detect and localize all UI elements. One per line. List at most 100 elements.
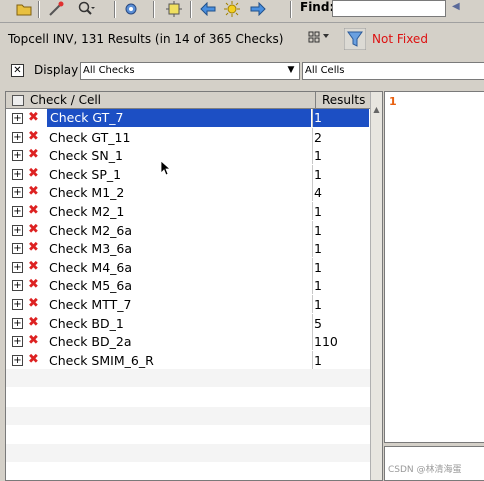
checks-dropdown-value: All Checks [83,65,135,76]
expand-icon[interactable]: + [12,113,23,124]
table-row[interactable]: + ✖ Check BD_2a 110 [6,332,370,351]
grid-view-icon[interactable] [308,29,330,47]
table-row[interactable]: + ✖ Check M3_6a 1 [6,239,370,258]
display-checkbox[interactable]: ✕ [11,64,24,77]
error-icon: ✖ [28,221,39,237]
detail-value: 1 [389,95,397,108]
check-name: Check M3_6a [49,241,133,257]
result-count: 110 [314,334,338,350]
check-name: Check BD_2a [49,334,132,350]
expand-icon[interactable]: + [12,317,23,329]
column-divider [312,146,313,165]
arrow-right-icon[interactable] [248,0,268,18]
result-count: 1 [314,352,322,368]
expand-icon[interactable]: + [12,168,23,180]
scroll-up-icon[interactable]: ▲ [371,105,382,117]
column-divider [312,257,313,276]
expand-icon[interactable]: + [12,354,23,366]
result-count: 1 [314,259,322,275]
expand-icon[interactable]: + [12,150,23,162]
error-icon: ✖ [28,296,39,311]
highlight-icon[interactable] [164,0,184,18]
empty-row [6,443,370,462]
zoom-icon[interactable] [76,0,96,18]
check-name: Check GT_11 [49,129,131,145]
column-divider [312,313,313,332]
expand-icon[interactable]: + [12,261,23,273]
error-icon: ✖ [28,333,39,349]
toolbar-separator [114,1,116,18]
check-name: Check SN_1 [49,148,123,164]
wand-icon[interactable] [46,0,66,18]
check-name: Check SP_1 [49,166,122,182]
expand-icon[interactable]: + [12,206,23,217]
empty-row [6,369,370,388]
error-icon: ✖ [28,351,39,367]
find-input[interactable] [332,0,446,17]
result-count: 4 [314,185,322,201]
error-icon: ✖ [28,165,39,181]
expand-icon[interactable]: + [12,131,23,143]
cells-dropdown[interactable]: All Cells [302,62,484,80]
table-row[interactable]: + ✖ Check M2_1 1 [6,202,370,220]
check-name: Check MTT_7 [49,297,132,312]
table-row[interactable]: + ✖ Check GT_7 1 [6,109,370,127]
arrow-left-icon[interactable] [198,0,218,18]
table-row[interactable]: + ✖ Check M5_6a 1 [6,276,370,295]
check-name: Check GT_7 [47,109,311,127]
column-divider [312,164,313,183]
table-header: Check / Cell Results [6,92,371,109]
column-divider [312,350,313,369]
settings-icon[interactable] [121,0,141,18]
column-divider [312,220,313,239]
column-header-check[interactable]: Check / Cell [6,92,316,108]
chevron-down-icon[interactable]: ▼ [284,62,298,79]
table-row[interactable]: + ✖ Check GT_11 2 [6,127,370,146]
expand-icon[interactable]: + [12,336,23,348]
check-name: Check SMIM_6_R [49,352,154,368]
sun-icon[interactable] [222,0,242,18]
filter-icon[interactable] [343,27,367,51]
expand-icon[interactable]: + [12,280,23,292]
checks-dropdown[interactable]: All Checks [80,62,300,80]
error-icon: ✖ [28,184,39,200]
table-row[interactable]: + ✖ Check SN_1 1 [6,146,370,165]
tree-icon [12,95,24,106]
table-row[interactable]: + ✖ Check MTT_7 1 [6,295,370,313]
empty-row [6,406,370,425]
table-row[interactable]: + ✖ Check BD_1 5 [6,313,370,332]
result-count: 1 [314,278,322,294]
filter-status-label[interactable]: Not Fixed [372,32,428,46]
table-row[interactable]: + ✖ Check SMIM_6_R 1 [6,350,370,369]
column-header-results[interactable]: Results [316,92,371,108]
error-icon: ✖ [28,203,39,218]
find-label: Find: [300,0,335,14]
result-count: 1 [314,222,322,238]
expand-icon[interactable]: + [12,243,23,255]
scroll-left-icon[interactable]: ◀ [452,1,460,12]
toolbar-separator [190,1,192,18]
expand-icon[interactable]: + [12,224,23,236]
expand-icon[interactable]: + [12,299,23,310]
table-row[interactable]: + ✖ Check SP_1 1 [6,164,370,183]
table-row[interactable]: + ✖ Check M4_6a 1 [6,257,370,276]
column-divider [312,332,313,351]
results-summary: Topcell INV, 131 Results (in 14 of 365 C… [8,32,284,46]
result-count: 1 [314,204,322,219]
result-count: 1 [314,297,322,312]
watermark: CSDN @林清海蛋 [388,465,462,475]
vertical-scrollbar[interactable]: ▲ [370,92,382,480]
expand-icon[interactable]: + [12,187,23,199]
empty-row [6,425,370,444]
table-row[interactable]: + ✖ Check M1_2 4 [6,183,370,202]
check-name: Check M2_6a [49,222,133,238]
results-table: Check / Cell Results + ✖ Check GT_7 1 + ✖ Chec… [5,91,383,481]
error-icon: ✖ [28,147,39,163]
table-row[interactable]: + ✖ Check M2_6a 1 [6,220,370,239]
toolbar-separator [290,1,292,18]
toolbar: Find: ◀ [0,0,484,23]
open-folder-icon[interactable] [14,0,34,18]
column-divider [312,127,313,146]
column-header-results-label: Results [322,93,366,107]
column-divider [312,202,313,220]
